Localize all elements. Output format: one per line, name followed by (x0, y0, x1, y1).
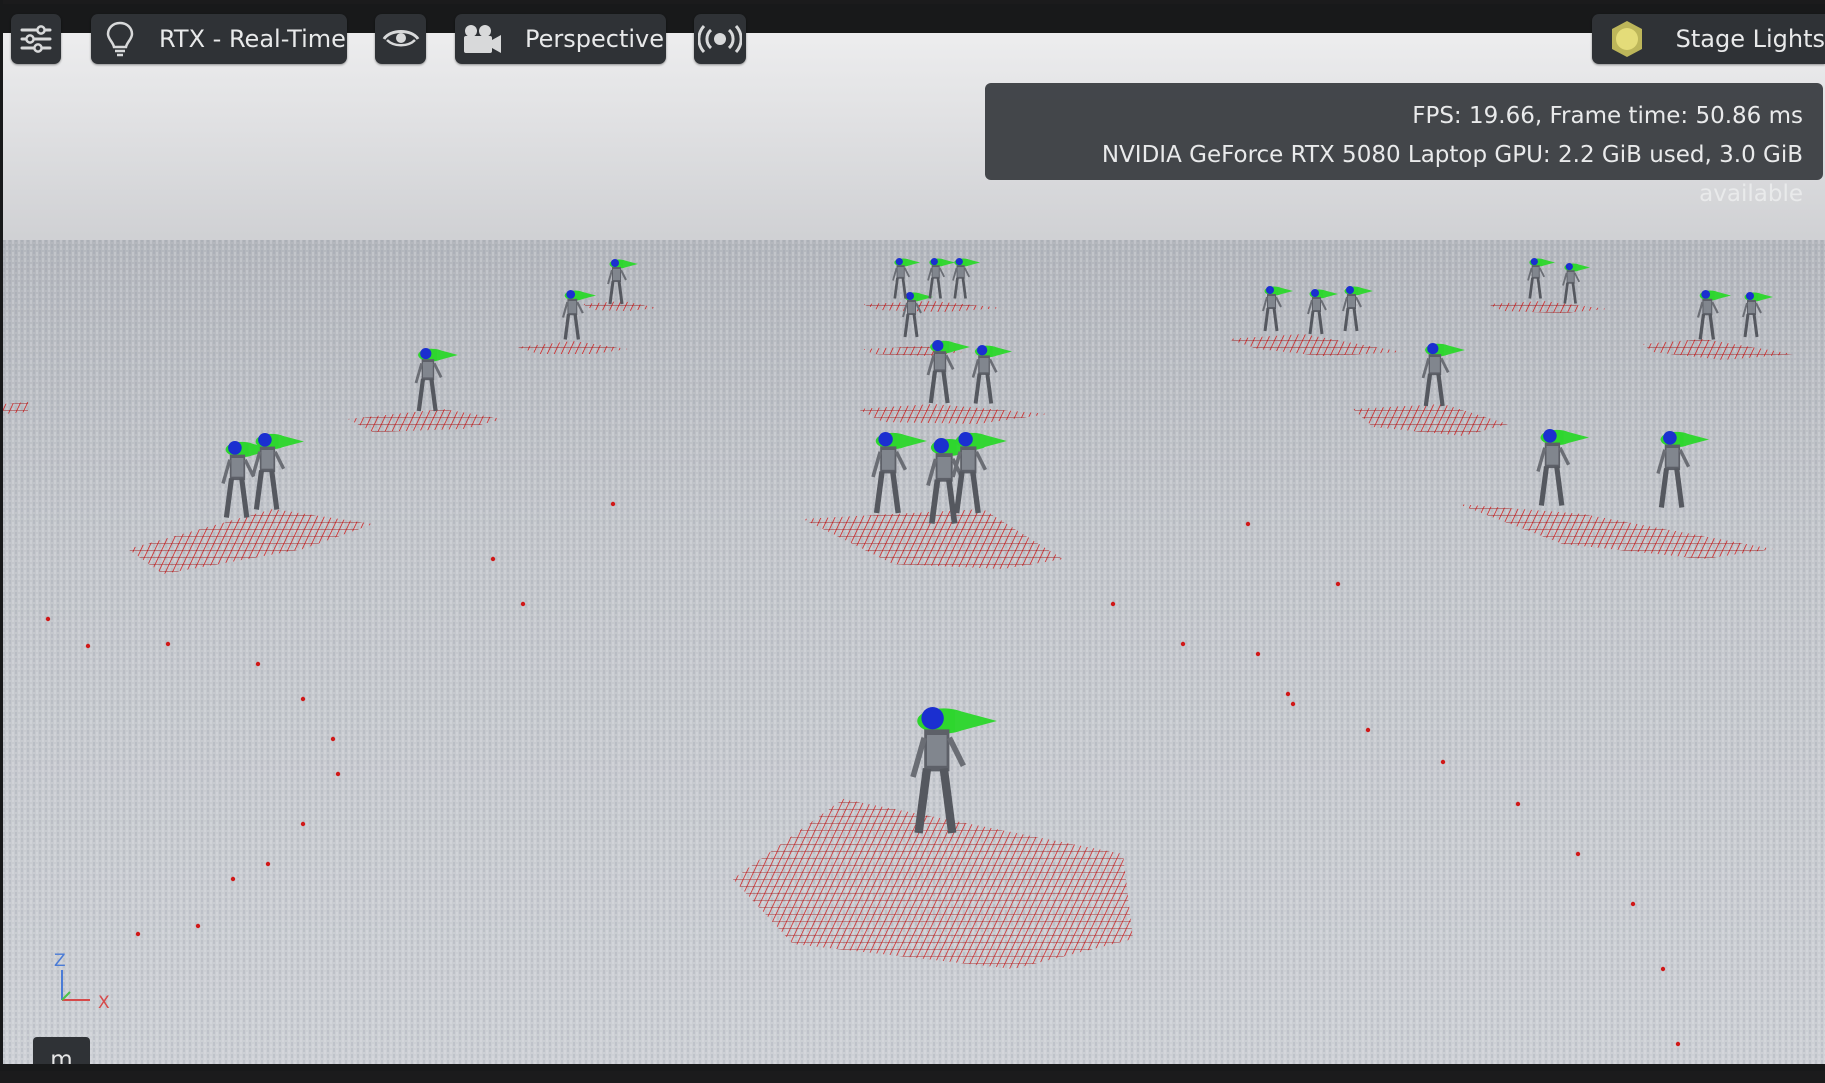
eye-icon (382, 25, 420, 53)
render-mode-button[interactable]: RTX - Real-Time (91, 14, 347, 64)
lighting-label: Stage Lights (1675, 25, 1825, 53)
window-border-bottom (0, 1064, 1825, 1071)
axis-gizmo: Z X (50, 948, 120, 1013)
camera-icon (459, 23, 505, 55)
camera-label: Perspective (525, 25, 664, 53)
fps-readout: FPS: 19.66, Frame time: 50.86 ms (1412, 103, 1803, 129)
render-mode-label: RTX - Real-Time (159, 25, 346, 53)
sun-icon (1606, 19, 1648, 59)
camera-button[interactable]: Perspective (455, 14, 666, 64)
gpu-readout: NVIDIA GeForce RTX 5080 Laptop GPU: 2.2 … (1101, 142, 1803, 207)
stats-overlay: FPS: 19.66, Frame time: 50.86 ms NVIDIA … (985, 83, 1823, 207)
broadcast-icon (698, 24, 742, 54)
lightbulb-icon (97, 20, 143, 58)
settings-button[interactable] (11, 14, 61, 64)
broadcast-button[interactable] (694, 14, 746, 64)
axis-z-label: Z (54, 951, 66, 971)
sliders-icon (19, 24, 53, 54)
visibility-button[interactable] (375, 14, 426, 64)
lighting-button[interactable]: Stage Lights (1592, 14, 1825, 64)
axis-x-label: X (98, 993, 110, 1008)
